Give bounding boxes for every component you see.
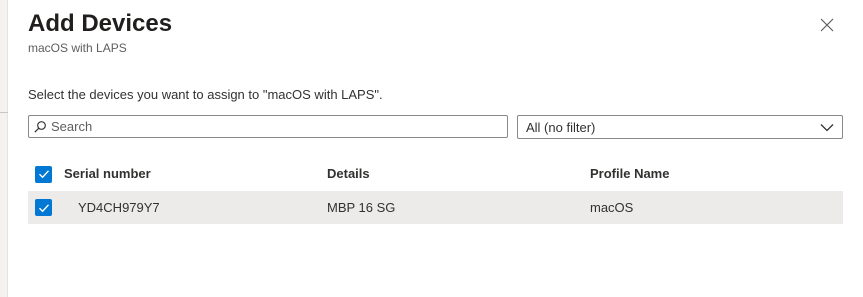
table-header: Serial number Details Profile Name bbox=[28, 158, 843, 190]
cell-details: MBP 16 SG bbox=[327, 199, 396, 215]
column-header-profile-name[interactable]: Profile Name bbox=[590, 166, 669, 182]
search-icon bbox=[29, 116, 51, 137]
row-checkbox[interactable] bbox=[35, 199, 52, 216]
panel-subtitle: macOS with LAPS bbox=[28, 41, 127, 55]
filter-dropdown[interactable]: All (no filter) bbox=[517, 115, 843, 139]
checkmark-icon bbox=[38, 170, 49, 179]
instruction-text: Select the devices you want to assign to… bbox=[28, 87, 383, 102]
table-row[interactable]: YD4CH979Y7 MBP 16 SG macOS bbox=[28, 191, 843, 224]
search-box[interactable] bbox=[28, 115, 508, 138]
chevron-down-icon bbox=[820, 123, 834, 131]
cell-serial-number: YD4CH979Y7 bbox=[78, 199, 160, 215]
column-header-details[interactable]: Details bbox=[327, 166, 370, 182]
background-divider bbox=[0, 112, 8, 113]
select-all-checkbox[interactable] bbox=[35, 165, 52, 183]
checkmark-icon bbox=[38, 203, 49, 212]
panel-title: Add Devices bbox=[28, 10, 173, 37]
cell-profile-name: macOS bbox=[590, 199, 634, 215]
background-page-edge bbox=[0, 0, 8, 297]
filter-selected-value: All (no filter) bbox=[526, 119, 596, 135]
column-header-serial-number[interactable]: Serial number bbox=[64, 166, 151, 182]
add-devices-panel: Add Devices macOS with LAPS Select the d… bbox=[0, 0, 863, 297]
close-button[interactable] bbox=[813, 11, 841, 39]
close-icon bbox=[820, 18, 834, 32]
search-input[interactable] bbox=[51, 116, 495, 137]
